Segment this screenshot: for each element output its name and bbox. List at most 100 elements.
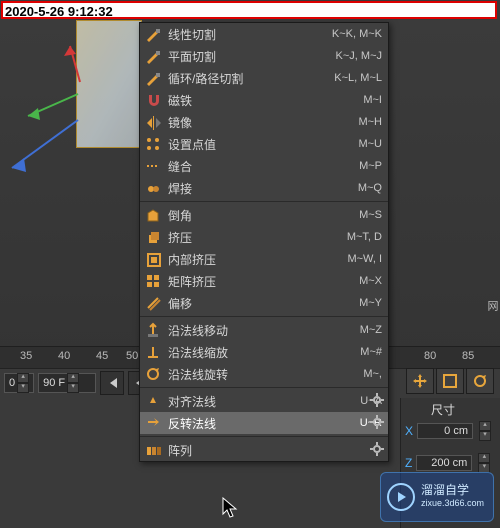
spinner-up-icon[interactable]: ▴ — [17, 373, 29, 383]
menu-item-points[interactable]: 设置点值M~U — [140, 133, 388, 155]
frame-start-value: 0 — [9, 377, 15, 389]
menu-item-shortcut: K~L, M~L — [334, 72, 382, 84]
menu-item-extrude[interactable]: 挤压 M~T, D — [140, 226, 388, 248]
spinner-down-icon[interactable]: ▾ — [479, 431, 491, 441]
menu-item-knife[interactable]: 线性切割 K~K, M~K — [140, 23, 388, 45]
watermark-url: zixue.3d66.com — [421, 497, 484, 510]
menu-item-shortcut: M~Y — [359, 297, 382, 309]
menu-item-shortcut: M~S — [359, 209, 382, 221]
menu-item-sew[interactable]: 缝合 M~P — [140, 155, 388, 177]
spinner-down-icon[interactable]: ▾ — [17, 383, 29, 393]
menu-item-label: 挤压 — [168, 229, 339, 246]
menu-item-shortcut: M~, — [363, 368, 382, 380]
menu-separator — [140, 316, 388, 317]
menu-item-mirror[interactable]: 镜像M~H — [140, 111, 388, 133]
menu-item-label: 线性切割 — [168, 26, 324, 43]
menu-item-label: 沿法线缩放 — [168, 344, 352, 361]
menu-item-matrix[interactable]: 矩阵挤压M~X — [140, 270, 388, 292]
menu-item-knife[interactable]: 循环/路径切割 K~L, M~L — [140, 67, 388, 89]
spinner-up-icon[interactable]: ▴ — [479, 421, 491, 431]
axis-x-label: X — [405, 424, 413, 438]
nmove-icon — [144, 321, 162, 339]
menu-item-offset[interactable]: 偏移M~Y — [140, 292, 388, 314]
menu-item-shortcut: M~Q — [358, 182, 382, 194]
array-icon — [144, 441, 162, 459]
menu-item-label: 循环/路径切割 — [168, 70, 326, 87]
menu-item-reverse[interactable]: 反转法线U~R — [140, 412, 388, 434]
rotate-tool-button[interactable] — [466, 368, 494, 394]
menu-item-shortcut: M~Z — [360, 324, 382, 336]
align-icon — [144, 392, 162, 410]
gear-icon[interactable] — [370, 393, 384, 410]
spinner-up-icon[interactable]: ▴ — [67, 373, 79, 383]
size-z-input[interactable]: 200 cm — [416, 455, 472, 471]
mouse-cursor-icon — [222, 497, 240, 521]
menu-item-shortcut: M~I — [363, 94, 382, 106]
spinner-down-icon[interactable]: ▾ — [67, 383, 79, 393]
gear-icon[interactable] — [370, 442, 384, 459]
panel-title: 尺寸 — [431, 401, 455, 418]
play-circle-icon — [387, 483, 415, 511]
menu-item-array[interactable]: 阵列 — [140, 439, 388, 461]
menu-item-label: 对齐法线 — [168, 393, 352, 410]
menu-item-label: 矩阵挤压 — [168, 273, 351, 290]
menu-item-shortcut: M~H — [358, 116, 382, 128]
menu-separator — [140, 436, 388, 437]
menu-item-align[interactable]: 对齐法线U~A — [140, 390, 388, 412]
rotate-icon — [472, 373, 488, 389]
frame-current-input[interactable]: 90 F ▴ ▾ — [38, 373, 96, 393]
menu-item-label: 反转法线 — [168, 415, 352, 432]
menu-item-nmove[interactable]: 沿法线移动M~Z — [140, 319, 388, 341]
menu-item-label: 焊接 — [168, 180, 350, 197]
menu-item-magnet[interactable]: 磁铁 M~I — [140, 89, 388, 111]
menu-item-shortcut: M~P — [359, 160, 382, 172]
menu-item-inner[interactable]: 内部挤压M~W, I — [140, 248, 388, 270]
menu-item-label: 磁铁 — [168, 92, 355, 109]
knife-icon — [144, 47, 162, 65]
menu-item-weld[interactable]: 焊接 M~Q — [140, 177, 388, 199]
ruler-tick: 45 — [96, 350, 108, 362]
menu-separator — [140, 201, 388, 202]
menu-item-bevel[interactable]: 倒角M~S — [140, 204, 388, 226]
menu-item-shortcut: M~W, I — [347, 253, 382, 265]
transform-tools — [406, 368, 500, 394]
menu-item-nscale[interactable]: 沿法线缩放M~# — [140, 341, 388, 363]
watermark-title: 溜溜自学 — [421, 484, 484, 497]
move-icon — [412, 373, 428, 389]
nrotate-icon — [144, 365, 162, 383]
inner-icon — [144, 250, 162, 268]
frame-start-input[interactable]: 0 ▴ ▾ — [4, 373, 34, 393]
menu-item-knife[interactable]: 平面切割K~J, M~J — [140, 45, 388, 67]
mirror-icon — [144, 113, 162, 131]
ruler-tick: 85 — [462, 350, 474, 362]
size-z-value: 200 cm — [431, 457, 467, 469]
menu-item-label: 缝合 — [168, 158, 351, 175]
menu-item-shortcut: K~K, M~K — [332, 28, 382, 40]
extrude-icon — [144, 228, 162, 246]
gear-icon[interactable] — [370, 415, 384, 432]
spinner-up-icon[interactable]: ▴ — [478, 453, 490, 463]
goto-start-icon — [105, 376, 119, 390]
move-tool-button[interactable] — [406, 368, 434, 394]
timestamp-text: 2020-5-26 9:12:32 — [5, 4, 113, 19]
watermark-badge: 溜溜自学 zixue.3d66.com — [380, 472, 494, 522]
points-icon — [144, 135, 162, 153]
size-x-value: 0 cm — [444, 425, 468, 437]
size-x-input[interactable]: 0 cm — [417, 423, 473, 439]
scale-tool-button[interactable] — [436, 368, 464, 394]
offset-icon — [144, 294, 162, 312]
ruler-tick: 40 — [58, 350, 70, 362]
ruler-tick: 80 — [424, 350, 436, 362]
menu-item-label: 沿法线旋转 — [168, 366, 355, 383]
ruler-tick: 50 — [126, 350, 138, 362]
menu-item-shortcut: M~T, D — [347, 231, 382, 243]
goto-start-button[interactable] — [100, 371, 124, 395]
nscale-icon — [144, 343, 162, 361]
scene-object-plane[interactable] — [76, 20, 142, 148]
bevel-icon — [144, 206, 162, 224]
magnet-icon — [144, 91, 162, 109]
menu-item-nrotate[interactable]: 沿法线旋转 M~, — [140, 363, 388, 385]
frame-current-value: 90 F — [43, 377, 65, 389]
reverse-icon — [144, 414, 162, 432]
axis-z-label: Z — [405, 456, 412, 470]
